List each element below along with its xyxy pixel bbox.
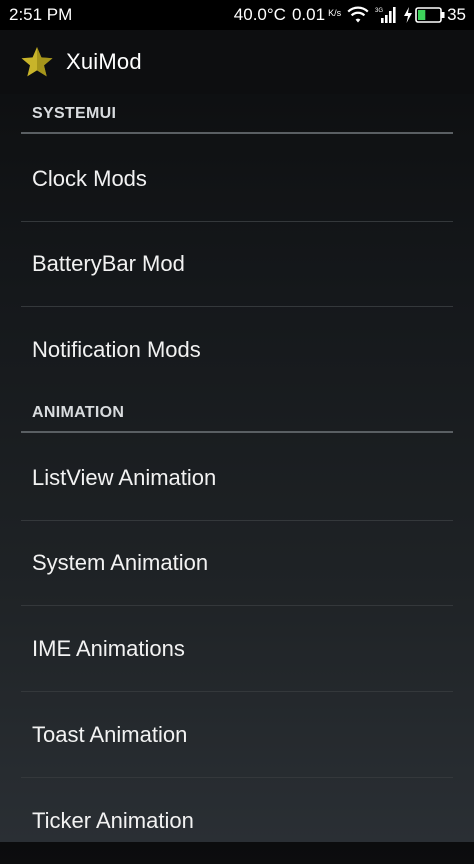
list-item-system-animation[interactable]: System Animation [21,520,453,606]
network-speed: 0.01 K/s [292,5,341,25]
section-header-systemui: SYSTEMUI [21,94,453,134]
status-bar: 2:51 PM 40.0°C 0.01 K/s 3G 35 [0,0,474,30]
battery-indicator: 35 [403,5,466,25]
section-header-animation: ANIMATION [21,393,453,433]
app-title: XuiMod [66,49,142,74]
list-item-clock-mods[interactable]: Clock Mods [21,136,453,222]
svg-text:3G: 3G [375,8,383,14]
star-app-icon [20,45,54,79]
battery-level: 35 [447,5,466,24]
status-time: 2:51 PM [9,5,73,24]
list-item-ime-animations[interactable]: IME Animations [21,606,453,692]
status-temperature: 40.0°C [233,5,286,24]
list-item-toast-animation[interactable]: Toast Animation [21,692,453,778]
wifi-icon [347,6,369,24]
list-item-batterybar-mod[interactable]: BatteryBar Mod [21,221,453,307]
list-item-ticker-animation[interactable]: Ticker Animation [21,778,453,864]
network-speed-value: 0.01 [291,5,326,24]
battery-icon [415,7,445,23]
network-speed-unit: K/s [328,8,342,18]
charging-bolt-icon [403,7,413,23]
list-item-notification-mods[interactable]: Notification Mods [21,307,453,393]
status-indicators: 40.0°C 0.01 K/s 3G 35 [234,5,466,25]
app-bar: XuiMod [0,30,474,94]
signal-icon: 3G [375,6,397,24]
list-item-listview-animation[interactable]: ListView Animation [21,435,453,521]
